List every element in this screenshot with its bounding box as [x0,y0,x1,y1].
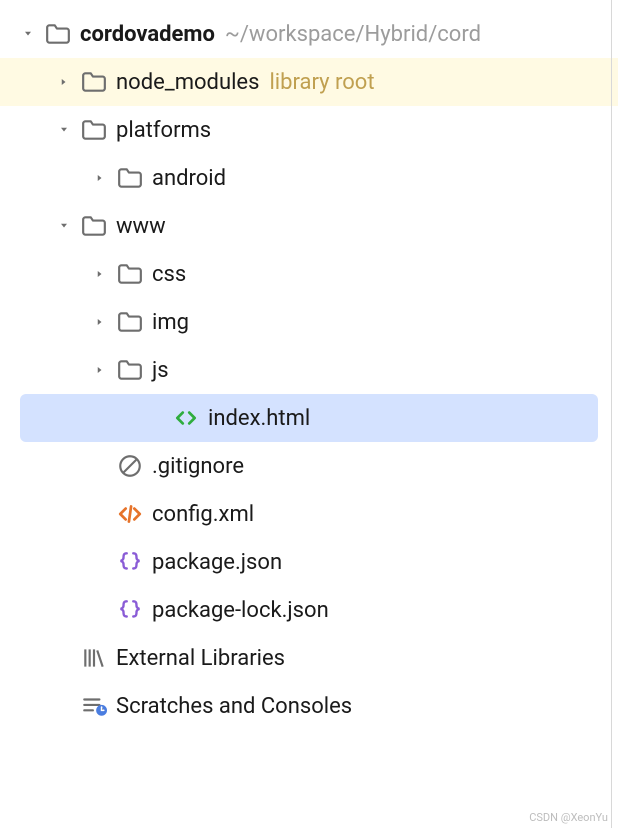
tree-item-label: Scratches and Consoles [116,694,352,719]
chevron-right-icon[interactable] [92,266,108,282]
chevron-right-icon[interactable] [92,170,108,186]
chevron-down-icon[interactable] [20,26,36,42]
html-file-icon [172,404,200,432]
json-file-icon [116,548,144,576]
project-tree[interactable]: cordovademo ~/workspace/Hybrid/cord node… [0,0,618,730]
tree-item-root[interactable]: cordovademo ~/workspace/Hybrid/cord [0,10,618,58]
chevron-right-icon[interactable] [92,362,108,378]
tree-item-label: android [152,166,226,191]
tree-item-package-lock[interactable]: package-lock.json [0,586,618,634]
tree-item-android[interactable]: android [0,154,618,202]
tree-item-platforms[interactable]: platforms [0,106,618,154]
chevron-right-icon[interactable] [92,314,108,330]
library-root-label: library root [269,70,374,95]
tree-item-label: config.xml [152,502,254,527]
folder-icon [44,20,72,48]
library-icon [80,644,108,672]
tree-item-label: img [152,310,189,335]
ignore-file-icon [116,452,144,480]
project-path: ~/workspace/Hybrid/cord [225,22,481,47]
panel-divider[interactable] [611,0,613,828]
folder-icon [80,116,108,144]
chevron-right-icon[interactable] [56,74,72,90]
tree-item-index-html[interactable]: index.html [20,394,598,442]
tree-item-img[interactable]: img [0,298,618,346]
tree-item-label: css [152,262,186,287]
tree-item-gitignore[interactable]: .gitignore [0,442,618,490]
tree-item-label: js [152,358,169,383]
tree-item-www[interactable]: www [0,202,618,250]
tree-item-node-modules[interactable]: node_modules library root [0,58,618,106]
tree-item-label: package-lock.json [152,598,329,623]
folder-icon [116,260,144,288]
watermark: CSDN @XeonYu [529,811,608,824]
tree-item-css[interactable]: css [0,250,618,298]
tree-item-label: .gitignore [152,454,244,479]
tree-item-js[interactable]: js [0,346,618,394]
tree-item-external-libraries[interactable]: External Libraries [0,634,618,682]
xml-file-icon [116,500,144,528]
tree-item-config-xml[interactable]: config.xml [0,490,618,538]
tree-item-label: index.html [208,406,310,431]
tree-item-label: External Libraries [116,646,285,671]
tree-item-label: node_modules [116,70,259,95]
tree-item-label: platforms [116,118,211,143]
chevron-down-icon[interactable] [56,218,72,234]
tree-item-label: www [116,214,166,239]
folder-icon [116,356,144,384]
tree-item-label: cordovademo [80,22,215,47]
tree-item-label: package.json [152,550,282,575]
folder-icon [116,308,144,336]
folder-icon [116,164,144,192]
scratches-icon [80,692,108,720]
chevron-down-icon[interactable] [56,122,72,138]
json-file-icon [116,596,144,624]
folder-icon [80,212,108,240]
tree-item-package-json[interactable]: package.json [0,538,618,586]
tree-item-scratches[interactable]: Scratches and Consoles [0,682,618,730]
folder-icon [80,68,108,96]
